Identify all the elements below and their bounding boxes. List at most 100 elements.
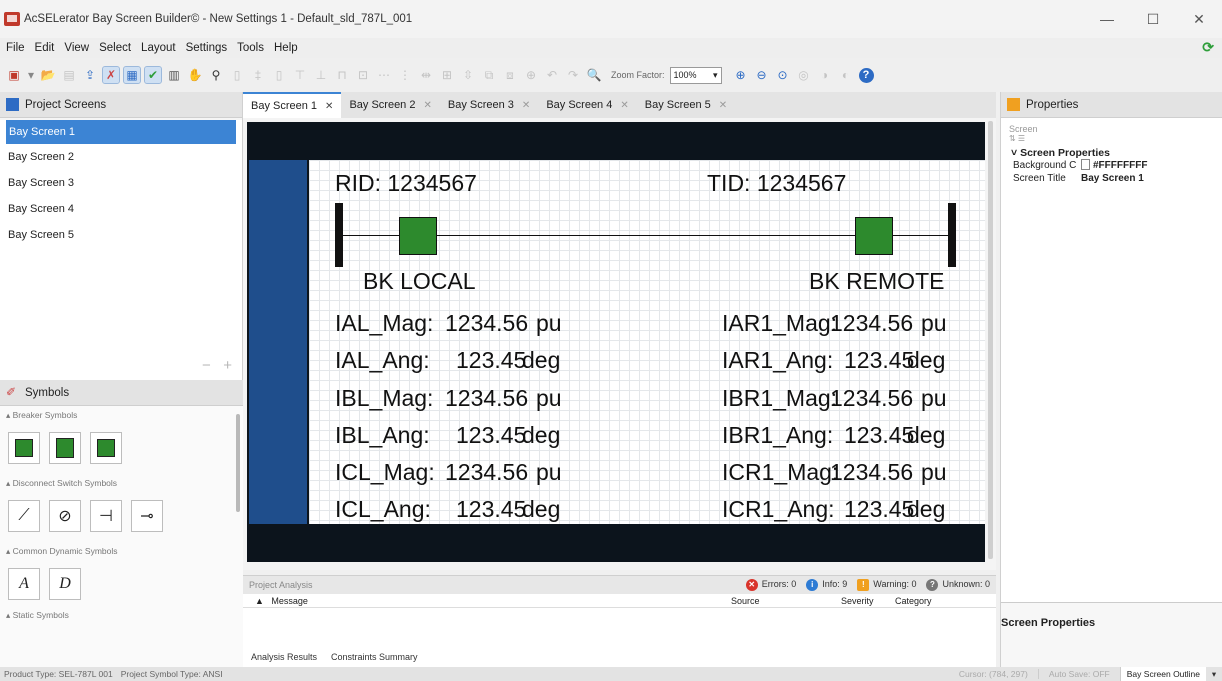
ial-mag-name[interactable]: IAL_Mag: bbox=[335, 310, 433, 337]
iar1-ang-unit[interactable]: deg bbox=[907, 347, 945, 374]
breaker-symbol-2[interactable] bbox=[49, 432, 81, 464]
add-screen-button[interactable]: + bbox=[223, 357, 232, 374]
menu-help[interactable]: Help bbox=[274, 42, 298, 54]
bay-screen-canvas[interactable]: RID: 1234567 TID: 1234567 BK LOCAL BK RE… bbox=[247, 122, 985, 562]
save-icon[interactable]: ▤ bbox=[61, 67, 77, 83]
bring-front-icon[interactable]: ⧉ bbox=[481, 67, 497, 83]
rid-label[interactable]: RID: 1234567 bbox=[335, 170, 477, 197]
tid-label[interactable]: TID: 1234567 bbox=[707, 170, 846, 197]
refresh-icon[interactable]: ⟳ bbox=[1202, 39, 1214, 56]
tab-bay-screen-3[interactable]: Bay Screen 3 ✕ bbox=[440, 92, 538, 118]
icr1-mag-value[interactable]: 1234.56 bbox=[830, 459, 913, 486]
lock-icon[interactable]: ⊕ bbox=[523, 67, 539, 83]
new-project-icon[interactable]: ▣ bbox=[6, 67, 22, 83]
grid-toggle-icon[interactable]: ▥ bbox=[166, 67, 182, 83]
col-source[interactable]: Source bbox=[731, 596, 841, 606]
autosave-status[interactable]: Auto Save: OFF bbox=[1037, 669, 1120, 679]
align-middle-icon[interactable]: ⊥ bbox=[313, 67, 329, 83]
tab-bay-screen-2[interactable]: Bay Screen 2 ✕ bbox=[341, 92, 439, 118]
export-icon[interactable]: ⇪ bbox=[82, 67, 98, 83]
screens-icon[interactable]: ▦ bbox=[123, 66, 141, 84]
close-tab-icon[interactable]: ✕ bbox=[325, 101, 333, 112]
ibr1-ang-name[interactable]: IBR1_Ang: bbox=[722, 422, 833, 449]
zoom-area-icon[interactable]: ◎ bbox=[796, 67, 812, 83]
icl-mag-unit[interactable]: pu bbox=[536, 459, 562, 486]
unknown-filter[interactable]: ? Unknown: 0 bbox=[926, 579, 990, 591]
align-left-icon[interactable]: ▯ bbox=[229, 67, 245, 83]
ibl-mag-unit[interactable]: pu bbox=[536, 385, 562, 412]
col-category[interactable]: Category bbox=[895, 596, 955, 606]
col-message[interactable]: ▲ Message bbox=[243, 596, 731, 606]
iar1-ang-value[interactable]: 123.45 bbox=[844, 347, 914, 374]
icl-ang-unit[interactable]: deg bbox=[522, 496, 560, 523]
disconnect-symbol-3[interactable]: ⊣ bbox=[90, 500, 122, 532]
disconnect-symbol-2[interactable]: ⊘ bbox=[49, 500, 81, 532]
outline-selector[interactable]: Bay Screen Outline bbox=[1119, 667, 1206, 681]
group-static-symbols[interactable]: ▴ Static Symbols bbox=[0, 610, 243, 620]
check-icon[interactable]: ✔ bbox=[144, 66, 162, 84]
menu-layout[interactable]: Layout bbox=[141, 42, 176, 54]
menu-select[interactable]: Select bbox=[99, 42, 131, 54]
send-back-icon[interactable]: ⧈ bbox=[502, 67, 518, 83]
screen-item-5[interactable]: Bay Screen 5 bbox=[0, 222, 242, 248]
iar1-mag-value[interactable]: 1234.56 bbox=[830, 310, 913, 337]
property-background-color[interactable]: Background C #FFFFFFFF bbox=[1001, 159, 1222, 172]
distribute-icon[interactable]: ⇹ bbox=[418, 67, 434, 83]
bk-remote-label[interactable]: BK REMOTE bbox=[809, 268, 944, 295]
tab-bay-screen-1[interactable]: Bay Screen 1 ✕ bbox=[243, 92, 342, 118]
icl-ang-name[interactable]: ICL_Ang: bbox=[335, 496, 431, 523]
zoom-out-icon[interactable]: ⊖ bbox=[754, 67, 770, 83]
info-filter[interactable]: i Info: 9 bbox=[806, 579, 847, 591]
icr1-ang-name[interactable]: ICR1_Ang: bbox=[722, 496, 835, 523]
icl-ang-value[interactable]: 123.45 bbox=[456, 496, 526, 523]
ial-mag-unit[interactable]: pu bbox=[536, 310, 562, 337]
color-swatch[interactable] bbox=[1081, 159, 1090, 170]
minimize-button[interactable]: — bbox=[1084, 0, 1130, 38]
zoom-in-icon[interactable]: ⊕ bbox=[733, 67, 749, 83]
zoom-select[interactable]: 100% ▾ bbox=[669, 66, 722, 84]
symbols-scrollbar[interactable] bbox=[236, 414, 240, 512]
group-icon[interactable]: ⊡ bbox=[355, 67, 371, 83]
bk-local-label[interactable]: BK LOCAL bbox=[363, 268, 476, 295]
ial-ang-value[interactable]: 123.45 bbox=[456, 347, 526, 374]
align-center-icon[interactable]: ‡ bbox=[250, 67, 266, 83]
icr1-ang-value[interactable]: 123.45 bbox=[844, 496, 914, 523]
group-breaker-symbols[interactable]: ▴ Breaker Symbols bbox=[0, 406, 243, 424]
col-severity[interactable]: Severity bbox=[841, 596, 895, 606]
property-screen-title[interactable]: Screen Title Bay Screen 1 bbox=[1001, 172, 1222, 185]
ibl-mag-name[interactable]: IBL_Mag: bbox=[335, 385, 433, 412]
dropdown-arrow-icon[interactable]: ▾ bbox=[27, 67, 35, 83]
disconnect-symbol-4[interactable]: ⊸ bbox=[131, 500, 163, 532]
property-value[interactable]: #FFFFFFFF bbox=[1093, 159, 1147, 172]
errors-filter[interactable]: ✕ Errors: 0 bbox=[745, 579, 796, 591]
ibr1-ang-value[interactable]: 123.45 bbox=[844, 422, 914, 449]
zoom-prev-icon[interactable]: ◑ bbox=[817, 67, 833, 83]
redo-icon[interactable]: ↷ bbox=[565, 67, 581, 83]
warning-filter[interactable]: ! Warning: 0 bbox=[857, 579, 916, 591]
canvas-grid[interactable]: RID: 1234567 TID: 1234567 BK LOCAL BK RE… bbox=[309, 160, 985, 524]
align-right-icon[interactable]: ▯ bbox=[271, 67, 287, 83]
ibl-ang-name[interactable]: IBL_Ang: bbox=[335, 422, 430, 449]
undo-icon[interactable]: ↶ bbox=[544, 67, 560, 83]
menu-edit[interactable]: Edit bbox=[35, 42, 55, 54]
close-tab-icon[interactable]: ✕ bbox=[620, 100, 628, 111]
tab-analysis-results[interactable]: Analysis Results bbox=[251, 652, 317, 662]
screen-item-3[interactable]: Bay Screen 3 bbox=[0, 170, 242, 196]
help-icon[interactable]: ? bbox=[858, 67, 874, 83]
tool-icon[interactable]: ✗ bbox=[102, 66, 120, 84]
menu-view[interactable]: View bbox=[64, 42, 89, 54]
left-bus-bar[interactable] bbox=[335, 203, 343, 267]
ibl-ang-unit[interactable]: deg bbox=[522, 422, 560, 449]
maximize-button[interactable]: ☐ bbox=[1130, 0, 1176, 38]
ibr1-mag-name[interactable]: IBR1_Mag: bbox=[722, 385, 837, 412]
analog-symbol[interactable]: A bbox=[8, 568, 40, 600]
menu-file[interactable]: File bbox=[6, 42, 25, 54]
align-top-icon[interactable]: ⊤ bbox=[292, 67, 308, 83]
canvas-area[interactable]: RID: 1234567 TID: 1234567 BK LOCAL BK RE… bbox=[243, 118, 996, 570]
tab-bay-screen-5[interactable]: Bay Screen 5 ✕ bbox=[637, 92, 735, 118]
close-tab-icon[interactable]: ✕ bbox=[522, 100, 530, 111]
ial-mag-value[interactable]: 1234.56 bbox=[445, 310, 528, 337]
screen-item-1[interactable]: Bay Screen 1 bbox=[6, 120, 236, 144]
open-folder-icon[interactable]: 📂 bbox=[40, 67, 56, 83]
iar1-ang-name[interactable]: IAR1_Ang: bbox=[722, 347, 833, 374]
